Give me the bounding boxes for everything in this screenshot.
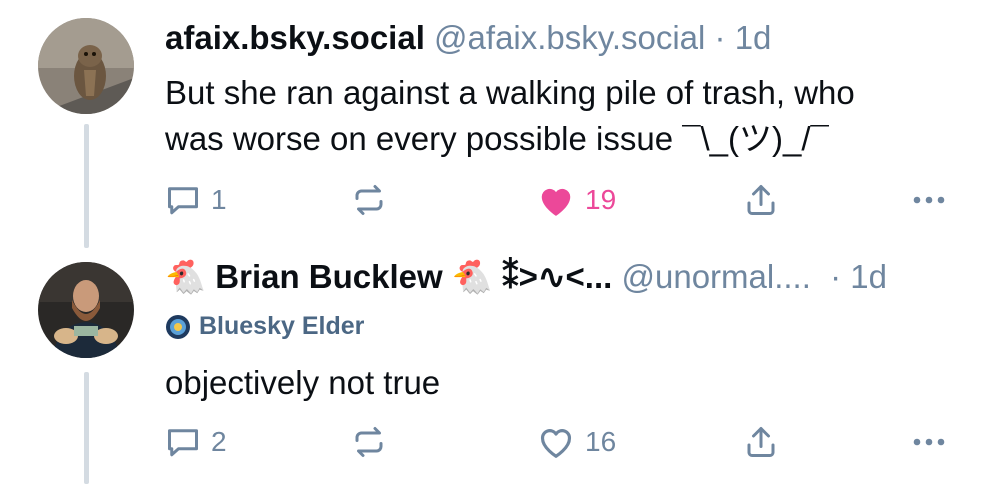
reply-count: 1 bbox=[211, 184, 227, 215]
handle[interactable]: @unormal.... bbox=[622, 258, 811, 295]
person-avatar-image bbox=[38, 262, 134, 358]
reply-button[interactable]: 1 bbox=[165, 180, 227, 220]
badge-label: Bluesky Elder bbox=[199, 312, 365, 340]
post-actions: 1 19 bbox=[165, 180, 965, 220]
owl-avatar-image bbox=[38, 18, 134, 114]
like-icon bbox=[540, 429, 572, 458]
reply-icon bbox=[168, 187, 198, 215]
more-options-button[interactable] bbox=[910, 180, 948, 220]
like-button[interactable]: 16 bbox=[537, 422, 616, 462]
display-name[interactable]: afaix.bsky.social bbox=[165, 19, 425, 56]
reply-count: 2 bbox=[211, 426, 227, 457]
repost-icon bbox=[355, 427, 383, 457]
verification-badge[interactable]: Bluesky Elder bbox=[165, 312, 364, 341]
avatar[interactable] bbox=[38, 18, 134, 114]
thread-line bbox=[84, 124, 89, 248]
post-actions: 2 16 bbox=[165, 422, 965, 462]
reply-button[interactable]: 2 bbox=[165, 422, 227, 462]
more-icon bbox=[913, 438, 945, 446]
display-name[interactable]: Brian Bucklew bbox=[215, 258, 442, 295]
handle[interactable]: @afaix.bsky.social bbox=[434, 19, 705, 56]
avatar[interactable] bbox=[38, 262, 134, 358]
like-count: 16 bbox=[585, 426, 617, 457]
more-icon bbox=[913, 196, 945, 204]
post-1[interactable]: afaix.bsky.social @afaix.bsky.social · 1… bbox=[0, 0, 1000, 248]
share-icon bbox=[747, 185, 775, 215]
like-icon bbox=[541, 188, 571, 216]
chicken-icon: 🐔 bbox=[165, 258, 207, 295]
post-text-line: But she ran against a walking pile of tr… bbox=[165, 74, 855, 111]
badge-icon bbox=[166, 314, 190, 339]
post-text: objectively not true bbox=[165, 364, 441, 401]
like-button[interactable]: 19 bbox=[537, 180, 616, 220]
timestamp[interactable]: · 1d bbox=[830, 258, 887, 295]
repost-button[interactable] bbox=[351, 180, 387, 220]
thread-line bbox=[84, 372, 89, 484]
post-header: afaix.bsky.social @afaix.bsky.social · 1… bbox=[165, 18, 771, 58]
reply-icon bbox=[168, 429, 198, 457]
share-button[interactable] bbox=[743, 422, 779, 462]
post-header: 🐔 Brian Bucklew 🐔 ⁑>∿<... @unormal.... ·… bbox=[165, 257, 887, 297]
post-text-line: was worse on every possible issue ¯\_(ツ)… bbox=[165, 120, 829, 157]
like-count: 19 bbox=[585, 184, 617, 215]
share-button[interactable] bbox=[743, 180, 779, 220]
repost-icon bbox=[355, 185, 383, 215]
repost-button[interactable] bbox=[351, 422, 387, 462]
share-icon bbox=[747, 427, 775, 457]
post-2[interactable]: 🐔 Brian Bucklew 🐔 ⁑>∿<... @unormal.... ·… bbox=[0, 248, 1000, 484]
post-text: But she ran against a walking pile of tr… bbox=[165, 70, 965, 162]
more-options-button[interactable] bbox=[910, 422, 948, 462]
display-name-suffix: 🐔 ⁑>∿<... bbox=[451, 258, 613, 295]
timestamp[interactable]: · 1d bbox=[715, 19, 772, 56]
